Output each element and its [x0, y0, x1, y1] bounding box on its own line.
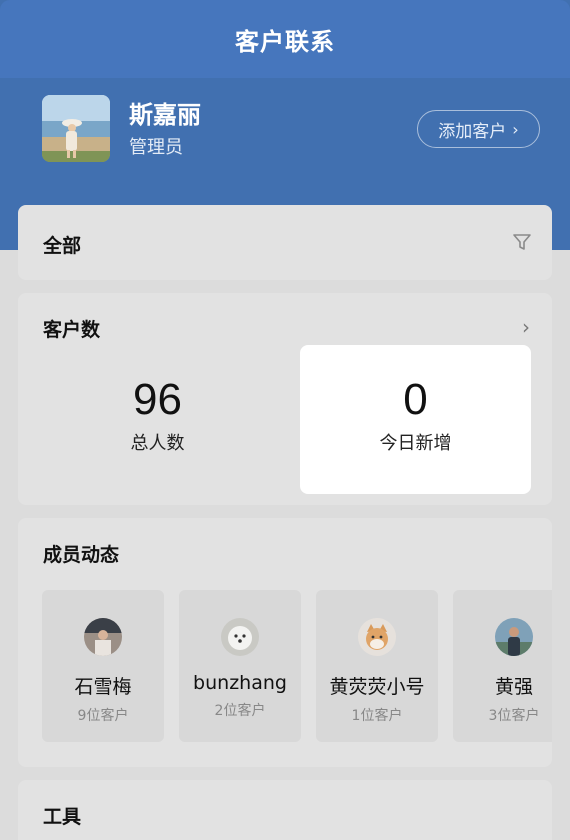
user-role: 管理员: [129, 137, 183, 158]
filter-icon[interactable]: [512, 232, 532, 252]
member-avatar: [358, 618, 396, 656]
member-activity-label: 成员动态: [43, 544, 120, 566]
customer-count-label: 客户数: [43, 319, 101, 341]
filter-label: 全部: [43, 235, 82, 257]
member-avatar: [495, 618, 533, 656]
page-title: 客户联系: [235, 27, 335, 56]
member-card[interactable]: 黄荧荧小号 1位客户: [316, 590, 438, 742]
avatar[interactable]: [42, 95, 110, 162]
member-customer-count: 1位客户: [351, 708, 403, 724]
add-customer-button[interactable]: 添加客户 ›: [417, 110, 540, 148]
customer-count-card: 客户数 › 96 总人数 0 今日新增: [18, 293, 552, 505]
member-customer-count: 2位客户: [214, 703, 266, 719]
total-caption: 总人数: [130, 433, 185, 454]
today-new-caption: 今日新增: [379, 433, 452, 454]
today-new-stat[interactable]: 0 今日新增: [300, 345, 531, 494]
tools-card: 工具: [18, 780, 552, 840]
profile-section: 斯嘉丽 管理员 添加客户 ›: [42, 95, 542, 163]
chevron-right-icon[interactable]: ›: [522, 315, 530, 339]
title-bar: 客户联系: [0, 0, 570, 78]
total-count: 96: [133, 375, 182, 424]
member-name: 石雪梅: [74, 676, 132, 698]
member-name: 黄强: [494, 676, 533, 698]
member-card[interactable]: bunzhang 2位客户: [179, 590, 301, 742]
member-name: bunzhang: [193, 672, 287, 694]
user-name: 斯嘉丽: [129, 101, 201, 129]
add-customer-label: 添加客户: [438, 121, 507, 142]
total-stat[interactable]: 96 总人数: [42, 345, 273, 494]
member-card[interactable]: 石雪梅 9位客户: [42, 590, 164, 742]
tools-label: 工具: [43, 806, 82, 828]
today-new-count: 0: [403, 375, 428, 424]
member-name: 黄荧荧小号: [329, 676, 425, 698]
member-customer-count: 9位客户: [77, 708, 129, 724]
member-customer-count: 3位客户: [488, 708, 540, 724]
member-card[interactable]: 黄强 3位客户: [453, 590, 552, 742]
member-activity-card: 成员动态 石雪梅 9位客户 bunzhang 2位客户 黄荧荧小号 1位客户 黄…: [18, 518, 552, 767]
member-avatar: [84, 618, 122, 656]
member-avatar: [221, 618, 259, 656]
chevron-right-icon: ›: [512, 119, 519, 139]
filter-card[interactable]: 全部: [18, 205, 552, 280]
